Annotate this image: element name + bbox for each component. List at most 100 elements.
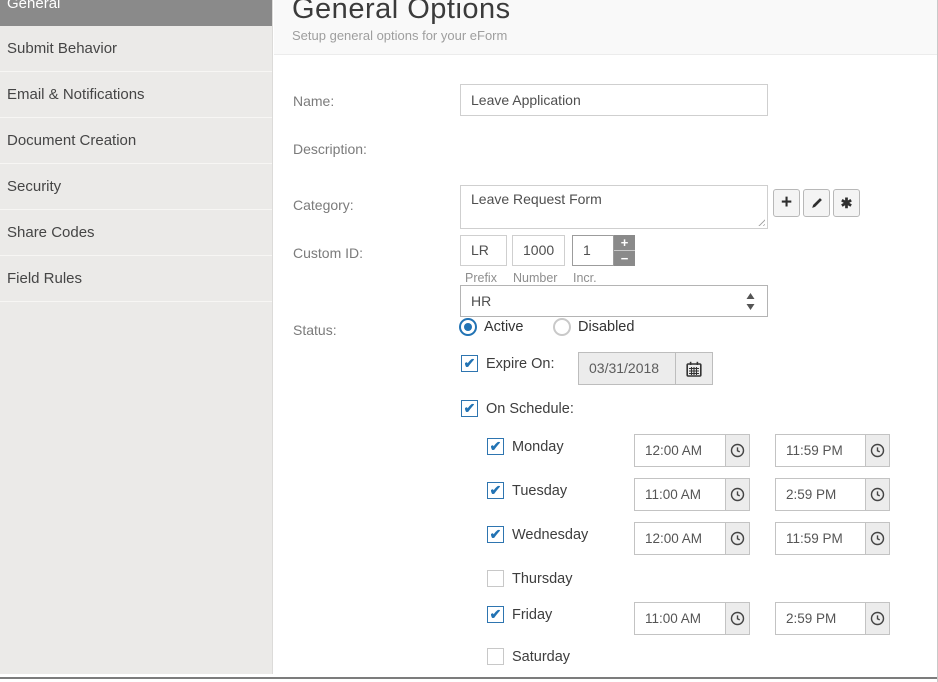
- delete-category-button[interactable]: ✱: [833, 189, 860, 217]
- asterisk-icon: ✱: [841, 196, 853, 210]
- thursday-checkbox[interactable]: ✔: [487, 570, 504, 587]
- schedule-row-tuesday: ✔ Tuesday 11:00 AM 2:59 PM: [487, 478, 907, 511]
- monday-end-time-input[interactable]: 11:59 PM: [775, 434, 890, 467]
- monday-checkbox[interactable]: ✔: [487, 438, 504, 455]
- custom-id-prefix-input[interactable]: LR: [460, 235, 507, 266]
- clock-icon: [730, 443, 745, 458]
- custom-id-incr-input[interactable]: 1: [572, 235, 614, 266]
- add-category-button[interactable]: +: [773, 189, 800, 217]
- tuesday-checkbox[interactable]: ✔: [487, 482, 504, 499]
- clock-icon: [870, 531, 885, 546]
- description-input[interactable]: Leave Request Form: [460, 185, 768, 229]
- sidebar-item-label: Email & Notifications: [7, 72, 272, 117]
- wednesday-checkbox[interactable]: ✔: [487, 526, 504, 543]
- chevron-up-down-icon: [746, 293, 755, 310]
- time-value: 11:59 PM: [776, 435, 865, 466]
- calendar-button[interactable]: [675, 353, 712, 384]
- monday-start-time-input[interactable]: 12:00 AM: [634, 434, 750, 467]
- friday-start-time-input[interactable]: 11:00 AM: [634, 602, 750, 635]
- clock-button[interactable]: [865, 435, 889, 466]
- sidebar-item-share-codes[interactable]: Share Codes: [0, 210, 272, 256]
- page-header: General Options Setup general options fo…: [274, 0, 937, 55]
- clock-icon: [870, 487, 885, 502]
- clock-button[interactable]: [865, 479, 889, 510]
- schedule-row-saturday: ✔ Saturday: [487, 644, 907, 677]
- clock-button[interactable]: [725, 603, 749, 634]
- tuesday-label: Tuesday: [512, 483, 567, 499]
- sidebar-item-general[interactable]: General: [0, 0, 272, 26]
- clock-button[interactable]: [865, 523, 889, 554]
- page-title: General Options: [292, 0, 937, 25]
- status-active-label: Active: [484, 319, 524, 335]
- category-value: HR: [471, 293, 491, 309]
- expire-on-checkbox[interactable]: ✔: [461, 355, 478, 372]
- resize-handle[interactable]: [756, 217, 765, 226]
- friday-label: Friday: [512, 607, 552, 623]
- clock-icon: [730, 531, 745, 546]
- check-icon: ✔: [490, 439, 502, 453]
- sidebar-item-document-creation[interactable]: Document Creation: [0, 118, 272, 164]
- expire-date-input[interactable]: 03/31/2018: [578, 352, 713, 385]
- name-input[interactable]: Leave Application: [460, 84, 768, 116]
- plus-icon: +: [781, 193, 792, 212]
- time-value: 11:59 PM: [776, 523, 865, 554]
- category-select[interactable]: HR: [460, 285, 768, 317]
- sidebar-item-security[interactable]: Security: [0, 164, 272, 210]
- custom-id-number-input[interactable]: 1000: [512, 235, 565, 266]
- clock-button[interactable]: [725, 479, 749, 510]
- thursday-label: Thursday: [512, 571, 572, 587]
- sidebar-item-field-rules[interactable]: Field Rules: [0, 256, 272, 302]
- expire-on-label: Expire On:: [486, 356, 555, 372]
- time-value: 12:00 AM: [635, 435, 725, 466]
- radio-dot: [464, 323, 472, 331]
- sidebar-item-submit-behavior[interactable]: Submit Behavior: [0, 26, 272, 72]
- check-icon: ✔: [464, 401, 476, 415]
- stepper-plus-icon[interactable]: +: [614, 235, 635, 251]
- main-panel: General Options Setup general options fo…: [274, 0, 937, 682]
- number-caption: Number: [513, 271, 557, 285]
- schedule-row-monday: ✔ Monday 12:00 AM 11:59 PM: [487, 434, 907, 467]
- page-subtitle: Setup general options for your eForm: [292, 28, 937, 43]
- status-active-radio[interactable]: [459, 318, 477, 336]
- description-label: Description:: [293, 141, 367, 157]
- edit-category-button[interactable]: [803, 189, 830, 217]
- friday-end-time-input[interactable]: 2:59 PM: [775, 602, 890, 635]
- time-value: 11:00 AM: [635, 479, 725, 510]
- incr-caption: Incr.: [573, 271, 597, 285]
- clock-button[interactable]: [865, 603, 889, 634]
- tuesday-start-time-input[interactable]: 11:00 AM: [634, 478, 750, 511]
- sidebar-item-label: Document Creation: [7, 118, 272, 163]
- saturday-label: Saturday: [512, 649, 570, 665]
- description-value: Leave Request Form: [471, 191, 602, 207]
- time-value: 2:59 PM: [776, 603, 865, 634]
- bottom-border: [0, 677, 937, 679]
- name-label: Name:: [293, 93, 334, 109]
- wednesday-start-time-input[interactable]: 12:00 AM: [634, 522, 750, 555]
- status-disabled-radio[interactable]: [553, 318, 571, 336]
- saturday-checkbox[interactable]: ✔: [487, 648, 504, 665]
- sidebar-item-label: Security: [7, 164, 272, 209]
- sidebar-item-email-notifications[interactable]: Email & Notifications: [0, 72, 272, 118]
- check-icon: ✔: [464, 356, 476, 370]
- check-icon: ✔: [490, 607, 502, 621]
- eform-options-window: General Submit Behavior Email & Notifica…: [0, 0, 938, 682]
- sidebar-item-label: Field Rules: [7, 256, 272, 301]
- clock-button[interactable]: [725, 523, 749, 554]
- clock-icon: [730, 487, 745, 502]
- tuesday-end-time-input[interactable]: 2:59 PM: [775, 478, 890, 511]
- wednesday-label: Wednesday: [512, 527, 588, 543]
- incr-stepper[interactable]: + −: [614, 235, 635, 266]
- clock-icon: [870, 443, 885, 458]
- friday-checkbox[interactable]: ✔: [487, 606, 504, 623]
- status-disabled-label: Disabled: [578, 319, 634, 335]
- check-icon: ✔: [490, 483, 502, 497]
- category-label: Category:: [293, 197, 354, 213]
- sidebar-item-label: Share Codes: [7, 210, 272, 255]
- clock-icon: [870, 611, 885, 626]
- status-label: Status:: [293, 322, 337, 338]
- stepper-minus-icon[interactable]: −: [614, 251, 635, 266]
- on-schedule-checkbox[interactable]: ✔: [461, 400, 478, 417]
- time-value: 2:59 PM: [776, 479, 865, 510]
- wednesday-end-time-input[interactable]: 11:59 PM: [775, 522, 890, 555]
- clock-button[interactable]: [725, 435, 749, 466]
